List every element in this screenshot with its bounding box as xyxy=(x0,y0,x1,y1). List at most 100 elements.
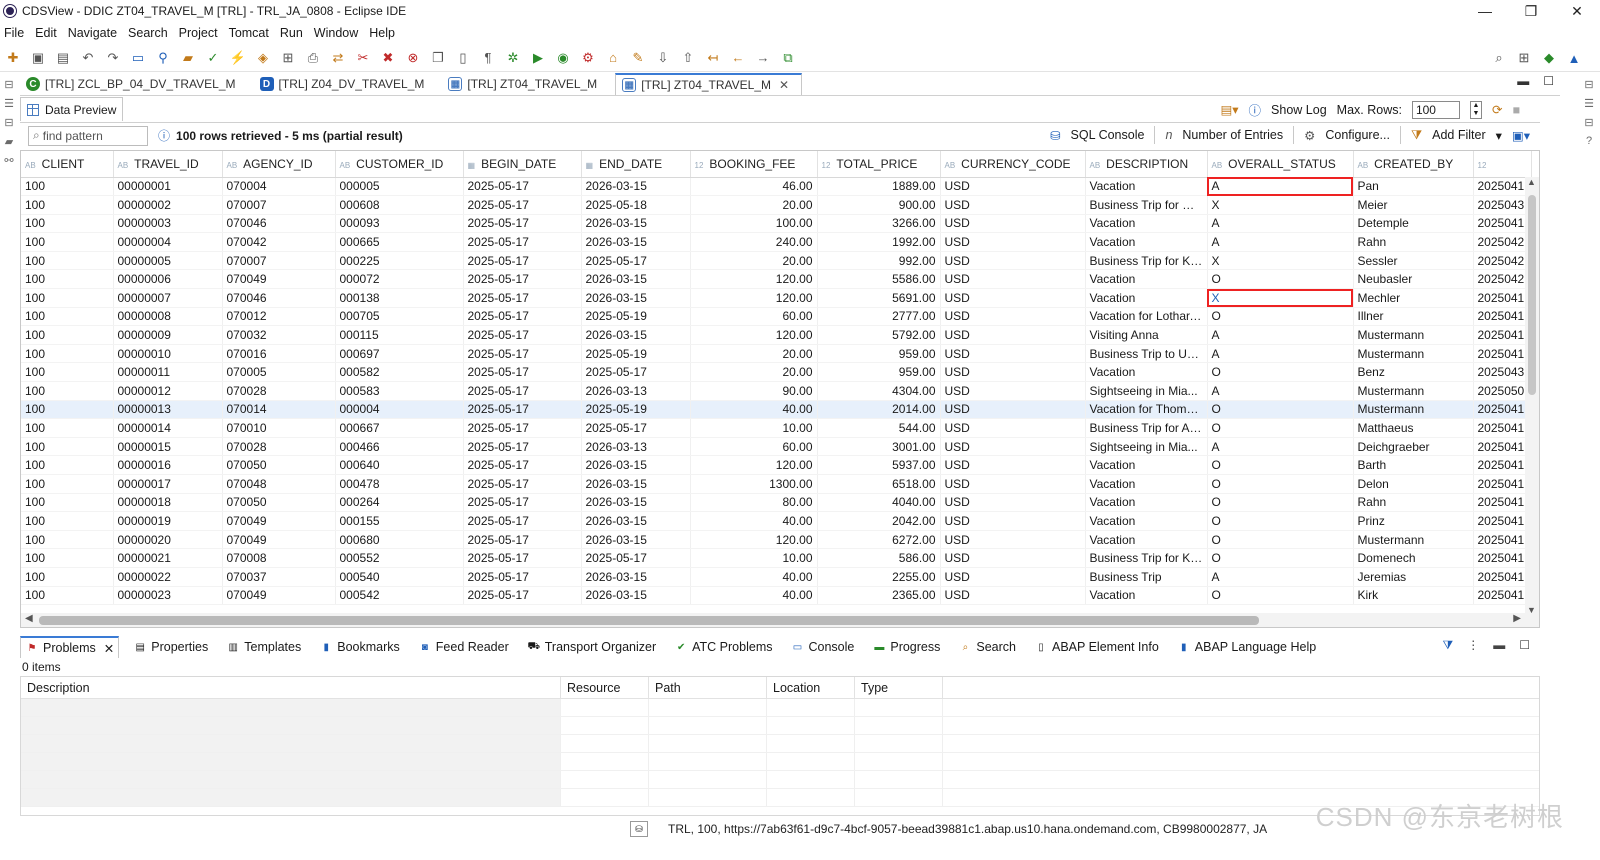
table-cell[interactable]: 070042 xyxy=(222,232,336,252)
table-cell[interactable]: 00000013 xyxy=(113,400,223,420)
table-cell[interactable]: O xyxy=(1207,455,1354,475)
table-row[interactable]: 100 00000003 070046 000093 2025-05-17 2026-03… xyxy=(21,214,1532,234)
table-cell[interactable]: 2025-05-17 xyxy=(463,195,582,215)
table-cell[interactable]: Mustermann xyxy=(1353,530,1474,550)
table-cell[interactable]: Matthaeus xyxy=(1353,418,1474,438)
open-perspective-icon[interactable]: ⊞ xyxy=(1515,49,1533,67)
table-cell[interactable]: 3001.00 xyxy=(817,437,941,457)
table-cell[interactable]: 2025-05-17 xyxy=(463,511,582,531)
table-cell[interactable]: 40.00 xyxy=(690,511,818,531)
table-cell[interactable]: 2025041 xyxy=(1473,493,1532,513)
table-cell[interactable]: 5586.00 xyxy=(817,269,941,290)
hierarchy-icon[interactable]: ⊞ xyxy=(279,49,297,67)
forward-icon[interactable]: → xyxy=(754,49,772,67)
configure-button[interactable]: Configure... xyxy=(1325,128,1390,142)
search-icon[interactable]: ⌕ xyxy=(1490,49,1508,67)
back-icon[interactable]: ← xyxy=(729,49,747,67)
table-cell[interactable]: Mustermann xyxy=(1353,344,1474,364)
tab-properties[interactable]: ▤ Properties xyxy=(129,636,212,658)
table-cell[interactable]: 100 xyxy=(21,418,114,438)
table-cell[interactable]: O xyxy=(1207,586,1354,606)
close-window-button[interactable]: ✕ xyxy=(1554,0,1600,22)
table-cell[interactable]: 00000023 xyxy=(113,586,223,606)
class-browser-icon[interactable]: ◈ xyxy=(254,49,272,67)
table-cell[interactable]: 00000004 xyxy=(113,232,223,252)
table-cell[interactable]: 00000006 xyxy=(113,269,223,290)
chevron-down-icon[interactable]: ▾ xyxy=(1496,128,1502,143)
table-cell[interactable]: 2026-03-13 xyxy=(581,437,691,457)
table-row[interactable]: 100 00000012 070028 000583 2025-05-17 2026-03… xyxy=(21,381,1532,401)
table-row[interactable]: 100 00000022 070037 000540 2025-05-17 2026-03… xyxy=(21,567,1532,587)
table-cell[interactable]: 2026-03-15 xyxy=(581,567,691,587)
tab-transport-organizer[interactable]: ⛟ Transport Organizer xyxy=(523,636,660,658)
table-cell[interactable]: 070046 xyxy=(222,214,336,234)
open-folder-icon[interactable]: ▰ xyxy=(179,49,197,67)
table-cell[interactable]: 120.00 xyxy=(690,325,818,345)
column-header[interactable]: Description xyxy=(21,676,561,699)
table-cell[interactable]: 900.00 xyxy=(817,195,941,215)
table-row[interactable]: 100 00000002 070007 000608 2025-05-17 2025-05… xyxy=(21,195,1532,215)
debug-perspective-icon[interactable]: ▲ xyxy=(1565,49,1583,67)
export-icon[interactable]: ▤▾ xyxy=(1220,102,1238,117)
table-cell[interactable]: 4304.00 xyxy=(817,381,941,401)
table-cell[interactable]: Sightseeing in Mia... xyxy=(1085,437,1208,457)
table-cell[interactable]: 2025042 xyxy=(1473,269,1532,290)
minimize-view-icon[interactable]: ⊟ xyxy=(4,116,13,129)
table-cell[interactable]: 100 xyxy=(21,437,114,457)
table-cell[interactable]: 60.00 xyxy=(690,437,818,457)
table-cell[interactable]: 2042.00 xyxy=(817,511,941,531)
table-cell[interactable]: 2026-03-15 xyxy=(581,232,691,252)
right-outline-icon[interactable]: ☰ xyxy=(1584,97,1594,110)
table-cell[interactable]: 00000012 xyxy=(113,381,223,401)
table-cell[interactable]: 00000008 xyxy=(113,307,223,327)
table-cell[interactable]: 2025-05-17 xyxy=(463,251,582,271)
table-cell[interactable]: USD xyxy=(940,455,1086,475)
table-cell[interactable]: 00000009 xyxy=(113,325,223,345)
tab-console[interactable]: ▭ Console xyxy=(786,636,858,658)
table-cell[interactable]: USD xyxy=(940,177,1086,197)
table-cell[interactable]: 2026-03-15 xyxy=(581,177,691,197)
table-cell[interactable]: Vacation xyxy=(1085,493,1208,513)
table-cell[interactable]: 2025050 xyxy=(1473,381,1532,401)
table-cell[interactable]: 00000014 xyxy=(113,418,223,438)
table-cell[interactable]: USD xyxy=(940,530,1086,550)
right-minimize-icon[interactable]: ⊟ xyxy=(1584,116,1593,129)
tab-bookmarks[interactable]: ▮ Bookmarks xyxy=(315,636,404,658)
table-cell[interactable]: 2025-05-17 xyxy=(463,493,582,513)
max-rows-input[interactable]: 100 xyxy=(1411,100,1460,119)
editor-tab[interactable]: C [TRL] ZCL_BP_04_DV_TRAVEL_M xyxy=(20,73,248,95)
table-cell[interactable]: 00000011 xyxy=(113,362,223,383)
column-header[interactable]: AB CURRENCY_CODE xyxy=(940,151,1086,178)
table-cell[interactable]: 2255.00 xyxy=(817,567,941,587)
column-header[interactable]: Location xyxy=(767,676,855,699)
editor-maximize-icon[interactable]: ☐ xyxy=(1543,74,1554,88)
table-cell[interactable]: 000680 xyxy=(335,530,464,550)
next-annotation-icon[interactable]: ⇩ xyxy=(654,49,672,67)
table-cell[interactable]: Vacation xyxy=(1085,269,1208,290)
table-cell[interactable]: Sessler xyxy=(1353,251,1474,271)
tab-search[interactable]: ⌕ Search xyxy=(954,636,1020,658)
table-cell[interactable]: 1300.00 xyxy=(690,474,818,494)
table-cell[interactable]: 100 xyxy=(21,400,114,420)
table-cell[interactable]: USD xyxy=(940,437,1086,457)
table-cell[interactable]: 100.00 xyxy=(690,214,818,234)
table-cell[interactable]: 070010 xyxy=(222,418,336,438)
paragraph-icon[interactable]: ¶ xyxy=(479,49,497,67)
table-cell[interactable]: 070049 xyxy=(222,511,336,531)
table-cell[interactable]: Barth xyxy=(1353,455,1474,475)
table-cell[interactable]: 100 xyxy=(21,362,114,383)
table-cell[interactable]: 070008 xyxy=(222,548,336,568)
table-cell[interactable]: 2025-05-17 xyxy=(463,269,582,290)
table-cell[interactable]: 2025-05-17 xyxy=(463,214,582,234)
check-icon[interactable]: ✓ xyxy=(204,49,222,67)
table-cell[interactable]: 000608 xyxy=(335,195,464,215)
highlighted-status-cell[interactable]: X xyxy=(1207,288,1354,308)
table-cell[interactable]: 00000022 xyxy=(113,567,223,587)
table-cell[interactable]: 000466 xyxy=(335,437,464,457)
table-cell[interactable]: Delon xyxy=(1353,474,1474,494)
table-cell[interactable]: USD xyxy=(940,325,1086,345)
table-cell[interactable]: 2025-05-17 xyxy=(581,418,691,438)
table-cell[interactable]: 240.00 xyxy=(690,232,818,252)
table-cell[interactable]: 00000003 xyxy=(113,214,223,234)
table-cell[interactable]: 2026-03-15 xyxy=(581,511,691,531)
